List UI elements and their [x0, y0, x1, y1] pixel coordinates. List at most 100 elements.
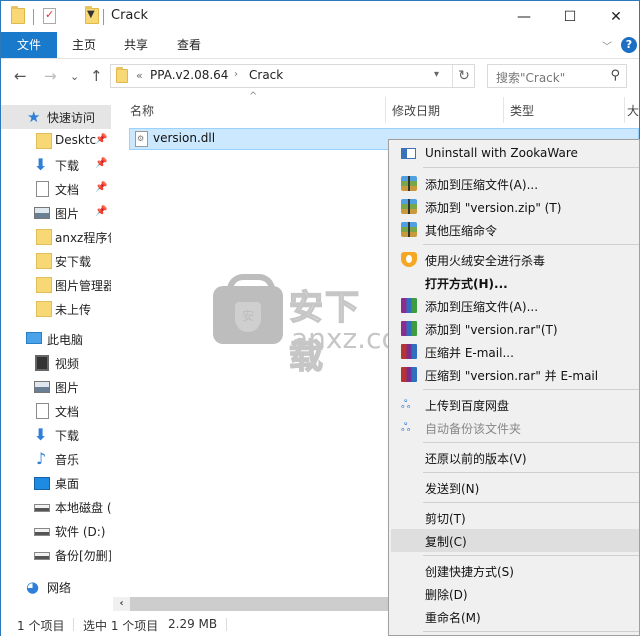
title-bar: ▼ Crack — ☐ ✕	[1, 1, 639, 32]
nav-label: 备份[勿删]	[55, 549, 111, 563]
menu-label: 剪切(T)	[425, 512, 466, 526]
menu-item-uninstall-zookaware[interactable]: Uninstall with ZookaWare	[391, 142, 639, 165]
column-label: 类型	[510, 104, 535, 118]
customize-quick-access-icon[interactable]: ▼	[87, 9, 95, 20]
column-header-type[interactable]: 类型	[504, 93, 624, 125]
scroll-left-button[interactable]: ‹	[113, 597, 130, 611]
folder-icon	[11, 6, 25, 24]
nav-item-pictures[interactable]: 图片 📌	[1, 201, 111, 225]
close-button[interactable]: ✕	[593, 1, 639, 32]
search-box[interactable]: 搜索"Crack" ⚲	[487, 64, 627, 88]
nav-label: 文档	[55, 183, 80, 197]
file-name: version.dll	[153, 131, 216, 145]
address-bar[interactable]: « PPA.v2.08.64 › Crack ▾ ↻	[110, 64, 475, 88]
zookaware-icon	[401, 148, 416, 159]
nav-label: 图片管理器	[55, 279, 111, 293]
tab-share[interactable]: 共享	[110, 32, 162, 58]
nav-item-documents[interactable]: 文档 📌	[1, 177, 111, 201]
nav-item-music[interactable]: ♪ 音乐	[1, 447, 111, 471]
nav-item-picture-manager[interactable]: 图片管理器	[1, 273, 111, 297]
pin-icon[interactable]: 📌	[95, 134, 107, 145]
star-icon: ★	[27, 108, 41, 126]
nav-item-documents-pc[interactable]: 文档	[1, 399, 111, 423]
column-header-name[interactable]: 名称	[112, 93, 384, 125]
properties-icon[interactable]	[43, 8, 56, 24]
nav-item-desktop[interactable]: Desktc 📌	[1, 129, 111, 153]
nav-item-backup[interactable]: 备份[勿删]	[1, 543, 111, 567]
tab-view[interactable]: 查看	[163, 32, 215, 58]
winrar-icon	[401, 298, 417, 313]
nav-item-not-uploaded[interactable]: 未上传	[1, 297, 111, 321]
nav-label: 视频	[55, 357, 80, 371]
folder-icon	[36, 253, 52, 269]
nav-item-drive-c[interactable]: 本地磁盘 (C:)	[1, 495, 111, 519]
nav-item-downloads[interactable]: ⬇ 下载 📌	[1, 153, 111, 177]
pin-icon[interactable]: 📌	[95, 158, 107, 169]
menu-item-compress-email[interactable]: 压缩并 E-mail...	[391, 340, 639, 363]
nav-this-pc[interactable]: 此电脑	[1, 327, 111, 351]
dll-file-icon	[135, 131, 148, 147]
address-dropdown-icon[interactable]: ▾	[434, 69, 439, 80]
recent-locations-button[interactable]: ⌄	[70, 70, 79, 83]
menu-item-add-to-archive-rar[interactable]: 添加到压缩文件(A)...	[391, 294, 639, 317]
menu-item-cut[interactable]: 剪切(T)	[391, 506, 639, 529]
huorong-shield-icon	[401, 252, 417, 267]
menu-item-upload-baidu[interactable]: ஃ 上传到百度网盘	[391, 393, 639, 416]
breadcrumb-ppa[interactable]: PPA.v2.08.64	[150, 68, 228, 82]
help-icon[interactable]: ?	[621, 37, 637, 53]
menu-label: Uninstall with ZookaWare	[425, 146, 578, 160]
breadcrumb-crack[interactable]: Crack	[249, 68, 283, 82]
nav-item-anxiazai[interactable]: 安下载	[1, 249, 111, 273]
menu-item-open-with[interactable]: 打开方式(H)...	[391, 271, 639, 294]
tab-home[interactable]: 主页	[58, 32, 110, 58]
nav-item-videos[interactable]: 视频	[1, 351, 111, 375]
menu-separator	[423, 631, 639, 632]
drive-icon	[34, 528, 50, 536]
menu-item-copy[interactable]: 复制(C)	[391, 529, 639, 552]
column-header-size[interactable]: 大	[625, 93, 639, 125]
column-header-date[interactable]: 修改日期	[386, 93, 502, 125]
menu-item-send-to[interactable]: 发送到(N)	[391, 476, 639, 499]
menu-item-rename[interactable]: 重命名(M)	[391, 605, 639, 628]
menu-item-add-to-version-rar[interactable]: 添加到 "version.rar"(T)	[391, 317, 639, 340]
breadcrumb-separator[interactable]: ›	[234, 69, 238, 80]
pin-icon[interactable]: 📌	[95, 206, 107, 217]
nav-item-downloads-pc[interactable]: ⬇ 下载	[1, 423, 111, 447]
nav-network[interactable]: ◕ 网络	[1, 575, 111, 599]
menu-item-auto-backup[interactable]: ஃ 自动备份该文件夹	[391, 416, 639, 439]
maximize-button[interactable]: ☐	[547, 1, 593, 32]
nav-item-pictures-pc[interactable]: 图片	[1, 375, 111, 399]
menu-label: 重命名(M)	[425, 611, 481, 625]
watermark-shield-icon: 安	[235, 302, 261, 332]
network-icon: ◕	[26, 578, 40, 596]
menu-label: 打开方式(H)...	[425, 277, 508, 291]
pin-icon[interactable]: 📌	[95, 182, 107, 193]
nav-item-desktop-pc[interactable]: 桌面	[1, 471, 111, 495]
refresh-button[interactable]: ↻	[452, 65, 475, 87]
menu-separator	[423, 167, 639, 168]
back-button[interactable]: ←	[14, 67, 27, 85]
menu-item-add-to-archive-zip[interactable]: 添加到压缩文件(A)...	[391, 172, 639, 195]
menu-item-huorong-scan[interactable]: 使用火绒安全进行杀毒	[391, 248, 639, 271]
tab-file[interactable]: 文件	[1, 32, 57, 58]
search-icon[interactable]: ⚲	[610, 68, 620, 83]
up-button[interactable]: ↑	[90, 67, 103, 85]
nav-item-anxz[interactable]: anxz程序包	[1, 225, 111, 249]
divider	[33, 9, 34, 25]
expand-ribbon-icon[interactable]: ﹀	[602, 38, 612, 53]
horizontal-scrollbar[interactable]: ‹	[113, 597, 390, 611]
menu-item-create-shortcut[interactable]: 创建快捷方式(S)	[391, 559, 639, 582]
overflow-chevron[interactable]: «	[136, 69, 143, 82]
desktop-icon	[34, 477, 50, 490]
menu-item-add-to-version-zip[interactable]: 添加到 "version.zip" (T)	[391, 195, 639, 218]
menu-item-delete[interactable]: 删除(D)	[391, 582, 639, 605]
nav-quick-access[interactable]: ★ 快速访问	[1, 105, 111, 129]
menu-label: 自动备份该文件夹	[425, 422, 522, 436]
menu-item-other-compress[interactable]: 其他压缩命令	[391, 218, 639, 241]
menu-item-compress-rar-email[interactable]: 压缩到 "version.rar" 并 E-mail	[391, 363, 639, 386]
minimize-button[interactable]: —	[501, 1, 547, 32]
nav-item-drive-d[interactable]: 软件 (D:)	[1, 519, 111, 543]
forward-button[interactable]: →	[44, 67, 57, 85]
menu-item-restore-previous[interactable]: 还原以前的版本(V)	[391, 446, 639, 469]
divider	[103, 9, 104, 25]
